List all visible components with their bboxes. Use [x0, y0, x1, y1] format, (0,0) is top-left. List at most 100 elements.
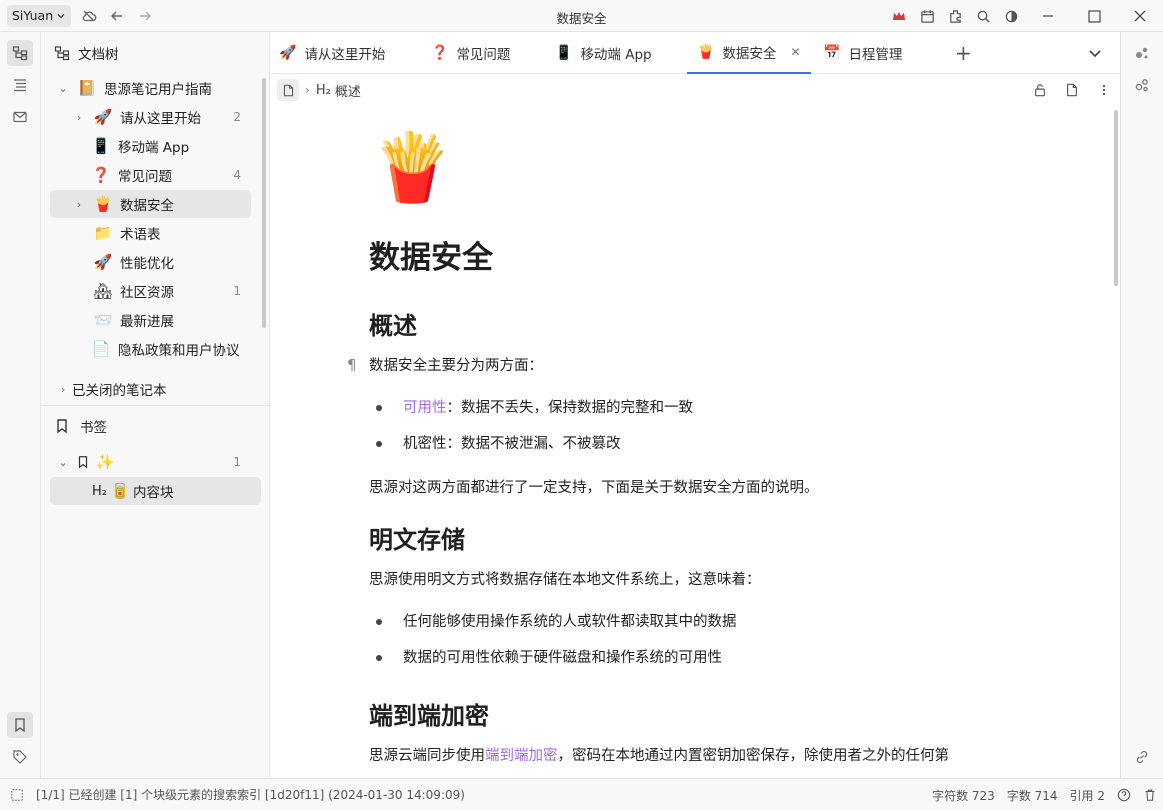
tab-emoji-icon: 📅: [823, 45, 841, 61]
bookmark-item[interactable]: H₂ 🥫 内容块: [50, 477, 261, 505]
editor[interactable]: 🍟 数据安全 概述 ¶ 数据安全主要分为两方面： 可用性 ：数据不丢失，保持数据…: [271, 106, 1120, 778]
list-item-text: 任何能够使用操作系统的人或软件都读取其中的数据: [403, 614, 737, 630]
tree-item-privacy[interactable]: 📄 隐私政策和用户协议: [50, 335, 251, 363]
tree-item-start-here[interactable]: › 🚀 请从这里开始 2: [50, 103, 251, 131]
list-item[interactable]: 机密性：数据不被泄漏、不被篡改: [376, 432, 621, 456]
inbox-dock-button[interactable]: [7, 104, 33, 130]
tag-icon: [13, 750, 27, 764]
heading-overview[interactable]: 概述: [369, 306, 417, 341]
paragraph-intro[interactable]: 数据安全主要分为两方面：: [369, 354, 543, 378]
chevron-right-icon[interactable]: ›: [72, 111, 86, 124]
bookmark-group-row[interactable]: ⌄ ✨ 1: [50, 448, 251, 476]
theme-mode-icon[interactable]: [997, 0, 1025, 32]
breadcrumb-item[interactable]: 概述: [335, 81, 361, 100]
title-bar: SiYuan 数据安全: [0, 0, 1163, 32]
list-item[interactable]: 任何能够使用操作系统的人或软件都读取其中的数据: [376, 610, 737, 634]
new-tab-button[interactable]: +: [955, 32, 972, 74]
tree-item-faq[interactable]: ❓ 常见问题 4: [50, 161, 251, 189]
closed-notebooks-row[interactable]: › 已关闭的笔记本: [50, 375, 251, 403]
search-icon[interactable]: [969, 0, 997, 32]
list-item[interactable]: 可用性 ：数据不丢失，保持数据的完整和一致: [376, 396, 693, 420]
graph-view-icon[interactable]: [1129, 40, 1155, 66]
chevron-right-icon[interactable]: ›: [72, 198, 86, 211]
cloud-sync-icon[interactable]: [75, 2, 103, 30]
bullet: [376, 619, 382, 625]
left-dock: [0, 32, 41, 778]
back-arrow-icon[interactable]: [103, 2, 131, 30]
list-item-text: 机密性：数据不被泄漏、不被篡改: [403, 436, 621, 452]
document-icon[interactable]: [277, 79, 299, 101]
bookmarks-header: 书签: [50, 412, 251, 440]
tree-item-label: 常见问题: [118, 169, 172, 185]
star-icon: ✨: [95, 453, 115, 471]
tree-item-label: 请从这里开始: [120, 111, 201, 127]
file-tree-scrollbar[interactable]: [262, 78, 266, 328]
tree-item-data-security[interactable]: › 🍟 数据安全: [50, 190, 251, 218]
chevron-right-icon[interactable]: ›: [56, 383, 70, 396]
link-icon[interactable]: [1129, 744, 1155, 770]
tab-start-here[interactable]: 🚀 请从这里开始: [279, 32, 385, 74]
backlinks-icon[interactable]: [1129, 72, 1155, 98]
tree-item-mobile-app[interactable]: 📱 移动端 App: [50, 132, 251, 160]
tree-item-glossary[interactable]: 📁 术语表: [50, 219, 251, 247]
tab-data-security[interactable]: 🍟 数据安全 ✕: [687, 32, 811, 74]
doc-emoji-icon: 🍟: [93, 195, 113, 213]
calendar-icon[interactable]: [913, 0, 941, 32]
close-icon[interactable]: ✕: [790, 45, 800, 59]
trash-icon[interactable]: [1143, 788, 1157, 802]
lock-icon[interactable]: [1024, 74, 1056, 106]
paragraph-icon[interactable]: ¶: [347, 356, 357, 374]
editor-scrollbar[interactable]: [1114, 110, 1118, 286]
dock-toggle-icon[interactable]: [10, 788, 24, 802]
chevron-down-icon[interactable]: ⌄: [56, 456, 70, 469]
workspace-menu-button[interactable]: SiYuan: [7, 4, 72, 27]
notebook-row[interactable]: ⌄ 📔 思源笔记用户指南: [50, 74, 251, 102]
tag-dock-button[interactable]: [7, 744, 33, 770]
availability-link[interactable]: 可用性: [403, 396, 447, 420]
paragraph-e2e[interactable]: 思源云端同步使用端到端加密，密码在本地通过内置密钥加密保存，除使用者之外的任何第: [369, 744, 949, 768]
tree-item-latest[interactable]: 📨 最新进展: [50, 306, 251, 334]
subdoc-count: 4: [233, 168, 241, 182]
e2e-link[interactable]: 端到端加密: [485, 748, 558, 764]
document-icon-fries[interactable]: 🍟: [371, 128, 453, 208]
chevron-down-icon[interactable]: ⌄: [56, 82, 70, 95]
tree-item-community[interactable]: 🏘 社区资源 1: [50, 277, 251, 305]
list-item[interactable]: 数据的可用性依赖于硬件磁盘和操作系统的可用性: [376, 646, 722, 670]
tab-label: 数据安全: [722, 46, 777, 62]
bookmark-dock-button[interactable]: [7, 712, 33, 738]
tab-schedule[interactable]: 📅 日程管理: [823, 32, 902, 74]
tab-emoji-icon: 🚀: [279, 45, 297, 61]
tab-label: 请从这里开始: [304, 47, 386, 63]
file-tree-dock-button[interactable]: [7, 40, 33, 66]
tab-emoji-icon: ❓: [431, 45, 449, 61]
document-info-icon[interactable]: [1056, 74, 1088, 106]
ref-count[interactable]: 引用 2: [1070, 787, 1105, 804]
outline-dock-button[interactable]: [7, 72, 33, 98]
heading-e2e[interactable]: 端到端加密: [369, 696, 489, 731]
page-title[interactable]: 数据安全: [369, 232, 493, 277]
tab-bar: 🚀 请从这里开始 ❓ 常见问题 📱 移动端 App 🍟 数据安全 ✕ 📅 日程管…: [271, 32, 1120, 74]
tab-list-button[interactable]: [1087, 32, 1103, 74]
more-icon[interactable]: [1088, 74, 1120, 106]
bullet: [376, 441, 382, 447]
tree-item-label: 最新进展: [120, 314, 174, 330]
tree-icon: [12, 46, 28, 61]
plugin-icon[interactable]: [941, 0, 969, 32]
forward-arrow-icon[interactable]: [131, 2, 159, 30]
list-item-text: 数据的可用性依赖于硬件磁盘和操作系统的可用性: [403, 650, 722, 666]
doc-emoji-icon: 📁: [93, 224, 113, 242]
close-window-button[interactable]: [1117, 0, 1163, 32]
tab-mobile-app[interactable]: 📱 移动端 App: [555, 32, 652, 74]
crown-icon[interactable]: [885, 0, 913, 32]
tree-item-performance[interactable]: 🚀 性能优化: [50, 248, 251, 276]
doc-emoji-icon: 🚀: [93, 108, 113, 126]
maximize-button[interactable]: [1071, 0, 1117, 32]
tab-faq[interactable]: ❓ 常见问题: [431, 32, 510, 74]
help-icon[interactable]: [1117, 788, 1131, 802]
paragraph-support[interactable]: 思源对这两方面都进行了一定支持，下面是关于数据安全方面的说明。: [369, 476, 819, 500]
tree-item-label: 性能优化: [120, 256, 174, 272]
heading-plaintext[interactable]: 明文存储: [369, 520, 465, 555]
paragraph-plaintext[interactable]: 思源使用明文方式将数据存储在本地文件系统上，这意味着：: [369, 568, 761, 592]
doc-emoji-icon: 📨: [93, 311, 113, 329]
minimize-button[interactable]: [1025, 0, 1071, 32]
